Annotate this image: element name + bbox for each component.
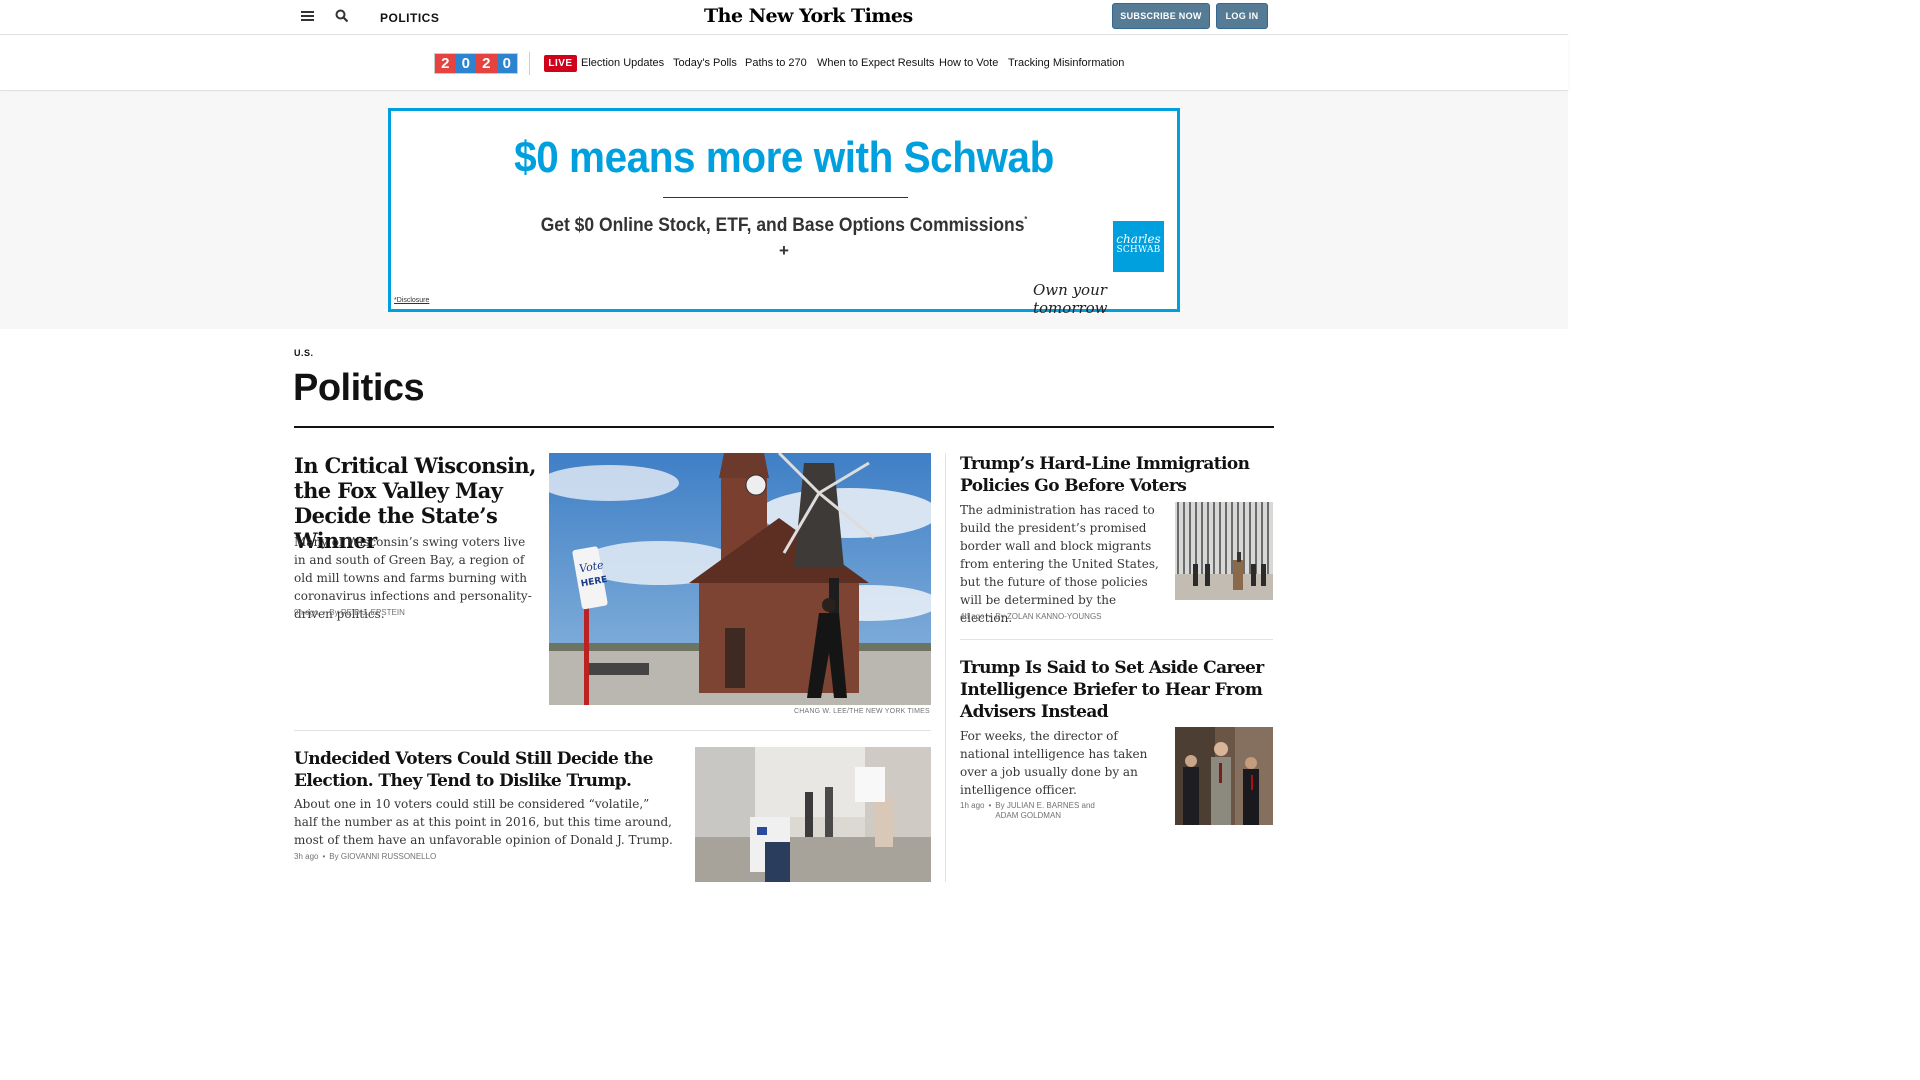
ad-tagline: Own your tomorrow	[1033, 281, 1108, 317]
election-2020-logo[interactable]: 2 0 2 0	[434, 53, 518, 74]
nav-link-todays-polls[interactable]: Today's Polls	[673, 57, 737, 69]
polling-station-photo[interactable]	[695, 747, 931, 882]
live-badge[interactable]: LIVE	[544, 55, 577, 72]
story-timestamp: 3h ago	[294, 852, 319, 861]
year-digit: 2	[476, 54, 497, 73]
story-headline[interactable]: Trump Is Said to Set Aside Career Intell…	[960, 657, 1272, 723]
title-rule	[294, 426, 1274, 428]
nav-link-paths-to-270[interactable]: Paths to 270	[745, 57, 807, 69]
year-digit: 2	[435, 54, 456, 73]
story-meta: 4h ago • By ZOLAN KANNO-YOUNGS	[960, 612, 1102, 621]
story-headline[interactable]: Trump’s Hard-Line Immigration Policies G…	[960, 453, 1272, 497]
ad-plus-icon: +	[779, 241, 789, 260]
ad-divider	[663, 197, 908, 198]
story-byline: By ZOLAN KANNO-YOUNGS	[995, 612, 1102, 621]
photo-credit: CHANG W. LEE/THE NEW YORK TIMES	[794, 708, 930, 715]
story-headline[interactable]: Undecided Voters Could Still Decide the …	[294, 748, 679, 792]
ad-subline: Get $0 Online Stock, ETF, and Base Optio…	[540, 215, 1028, 236]
story-divider	[960, 639, 1273, 640]
nav-link-how-to-vote[interactable]: How to Vote	[939, 57, 998, 69]
year-digit: 0	[455, 54, 476, 73]
schwab-ad[interactable]: $0 means more with Schwab Get $0 Online …	[388, 108, 1180, 317]
nav-link-tracking-misinformation[interactable]: Tracking Misinformation	[1008, 57, 1124, 69]
election-nav: 2 0 2 0 LIVE Election Updates Today's Po…	[0, 36, 1568, 91]
page-title: Politics	[293, 367, 425, 409]
story-timestamp: 9h ago	[294, 608, 319, 617]
story-byline: By JULIAN E. BARNES and ADAM GOLDMAN	[995, 801, 1095, 820]
story-byline: By REID J. EPSTEIN	[329, 608, 405, 617]
story-byline: By GIOVANNI RUSSONELLO	[329, 852, 437, 861]
story-summary: About one in 10 voters could still be co…	[294, 797, 673, 847]
schwab-logo: charles SCHWAB	[1113, 221, 1164, 272]
nav-link-election-updates[interactable]: Election Updates	[581, 57, 664, 69]
intelligence-director-photo[interactable]	[1175, 727, 1273, 825]
section-name-link[interactable]: POLITICS	[380, 11, 439, 25]
column-divider	[945, 453, 946, 882]
story-meta: 1h ago • By JULIAN E. BARNES and ADAM GOLD…	[960, 801, 1105, 821]
story-timestamp: 1h ago	[960, 801, 985, 810]
story-meta: 3h ago • By GIOVANNI RUSSONELLO	[294, 852, 437, 861]
story-timestamp: 4h ago	[960, 612, 985, 621]
login-button[interactable]: LOG IN	[1216, 3, 1268, 29]
section-kicker-link[interactable]: U.S.	[294, 348, 314, 358]
search-icon[interactable]	[335, 9, 349, 23]
menu-icon[interactable]	[301, 11, 314, 21]
story-meta: 9h ago • By REID J. EPSTEIN	[294, 608, 405, 617]
story-divider	[294, 730, 931, 731]
nav-link-when-to-expect-results[interactable]: When to Expect Results	[817, 57, 934, 69]
wisconsin-clocktower-photo[interactable]: Vote HERE	[549, 453, 931, 705]
year-digit: 0	[496, 54, 517, 73]
border-wall-photo[interactable]	[1175, 502, 1273, 600]
subscribe-button[interactable]: SUBSCRIBE NOW	[1112, 3, 1210, 29]
story-summary: The administration has raced to build th…	[960, 503, 1159, 625]
ad-disclosure-link[interactable]: *Disclosure	[394, 297, 429, 304]
ad-headline: $0 means more with Schwab	[514, 133, 1054, 182]
masthead: POLITICS The New York Times SUBSCRIBE NO…	[0, 0, 1568, 35]
nyt-logo[interactable]: The New York Times	[704, 5, 913, 27]
story-summary: For weeks, the director of national inte…	[960, 729, 1148, 797]
nav-divider	[529, 52, 530, 75]
